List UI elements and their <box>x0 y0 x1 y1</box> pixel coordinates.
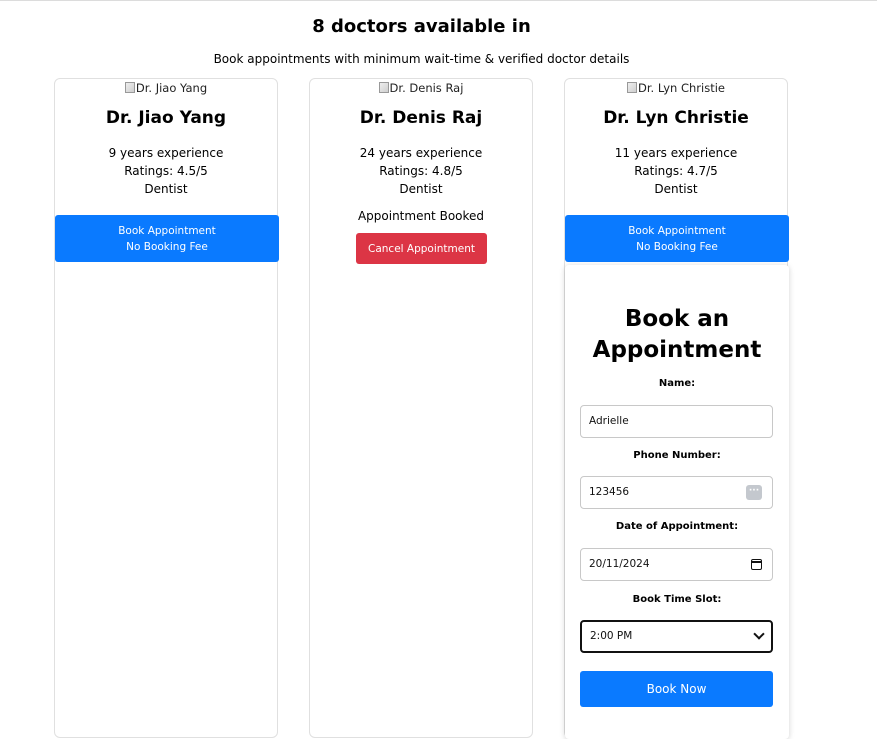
book-now-button[interactable]: Book Now <box>580 671 773 707</box>
doctor-photo: Dr. Lyn Christie <box>565 81 787 95</box>
name-label: Name: <box>658 378 696 389</box>
time-slot-select[interactable]: 2:00 PM <box>580 620 773 653</box>
broken-image-icon <box>378 82 389 93</box>
book-appointment-label: Book Appointment <box>118 224 216 237</box>
doctor-card: Dr. Denis Raj Dr. Denis Raj 24 years exp… <box>309 78 533 738</box>
time-slot-label: Book Time Slot: <box>632 594 722 605</box>
doctor-name: Dr. Lyn Christie <box>603 108 749 128</box>
doctor-rating: Ratings: 4.7/5 <box>634 164 718 178</box>
doctor-info: 24 years experience Ratings: 4.8/5 Denti… <box>310 144 532 198</box>
date-input-value: 20/11/2024 <box>589 558 650 570</box>
phone-input-value: 123456 <box>589 486 630 498</box>
appointment-booked-status: Appointment Booked <box>357 209 485 223</box>
doctor-name: Dr. Denis Raj <box>359 108 483 128</box>
doctor-specialty: Dentist <box>399 182 443 196</box>
doctor-specialty: Dentist <box>144 182 188 196</box>
no-booking-fee-label: No Booking Fee <box>636 240 718 253</box>
doctor-specialty: Dentist <box>654 182 698 196</box>
doctor-experience: 24 years experience <box>359 146 483 160</box>
doctor-info: 9 years experience Ratings: 4.5/5 Dentis… <box>55 144 277 198</box>
phone-input[interactable]: 123456 ··· <box>580 476 773 509</box>
booking-form: Book an Appointment Name: Adrielle Phone… <box>565 265 789 739</box>
broken-image-icon <box>124 82 135 93</box>
doctor-experience: 11 years experience <box>614 146 738 160</box>
date-label: Date of Appointment: <box>615 521 739 532</box>
book-appointment-button[interactable]: Book Appointment No Booking Fee <box>55 215 279 262</box>
date-input[interactable]: 20/11/2024 <box>580 548 773 581</box>
doctor-info: 11 years experience Ratings: 4.7/5 Denti… <box>565 144 787 198</box>
doctor-card: Dr. Jiao Yang Dr. Jiao Yang 9 years expe… <box>54 78 279 738</box>
doctor-rating: Ratings: 4.5/5 <box>124 164 208 178</box>
doctor-photo-alt: Dr. Jiao Yang <box>135 81 208 95</box>
doctor-rating: Ratings: 4.8/5 <box>379 164 463 178</box>
name-input[interactable]: Adrielle <box>580 405 773 438</box>
doctor-name: Dr. Jiao Yang <box>105 108 227 128</box>
book-appointment-label: Book Appointment <box>628 224 726 237</box>
doctor-photo: Dr. Jiao Yang <box>55 81 277 95</box>
name-input-value: Adrielle <box>589 415 629 427</box>
no-booking-fee-label: No Booking Fee <box>126 240 208 253</box>
doctor-experience: 9 years experience <box>108 146 224 160</box>
doctor-photo: Dr. Denis Raj <box>310 81 532 95</box>
doctor-card: Dr. Lyn Christie Dr. Lyn Christie 11 yea… <box>564 78 789 739</box>
doctor-photo-alt: Dr. Denis Raj <box>389 81 464 95</box>
ellipsis-autofill-icon[interactable]: ··· <box>746 485 762 500</box>
doctor-photo-alt: Dr. Lyn Christie <box>638 81 725 95</box>
cancel-appointment-button[interactable]: Cancel Appointment <box>356 233 487 264</box>
phone-label: Phone Number: <box>633 450 721 461</box>
time-slot-value: 2:00 PM <box>590 630 633 642</box>
booking-form-title: Book an Appointment <box>592 306 762 363</box>
page-title: 8 doctors available in <box>312 16 531 37</box>
calendar-icon[interactable] <box>751 559 762 570</box>
broken-image-icon <box>627 82 638 93</box>
chevron-down-icon <box>753 628 765 640</box>
book-appointment-button[interactable]: Book Appointment No Booking Fee <box>565 215 789 262</box>
page-subtitle: Book appointments with minimum wait-time… <box>213 52 630 66</box>
